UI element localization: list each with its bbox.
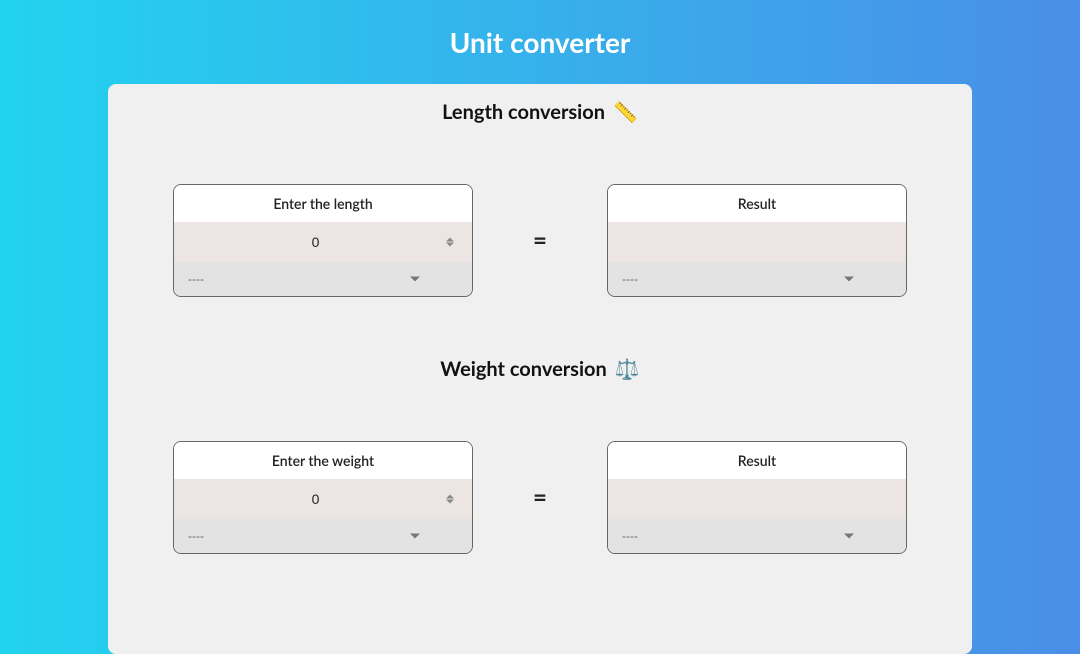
length-row: Enter the length ---- = Result xyxy=(172,184,908,297)
length-result-value-wrap xyxy=(608,222,906,262)
weight-input-panel: Enter the weight ---- xyxy=(173,441,473,554)
length-result-unit-select[interactable]: ---- xyxy=(622,262,892,296)
length-result-label: Result xyxy=(608,185,906,222)
length-result-panel: Result ---- xyxy=(607,184,907,297)
weight-result-value-wrap xyxy=(608,479,906,519)
weight-result-panel: Result ---- xyxy=(607,441,907,554)
weight-result-label: Result xyxy=(608,442,906,479)
weight-result-unit-wrap: ---- xyxy=(608,519,906,553)
converter-card: Length conversion 📏 Enter the length ---… xyxy=(108,84,972,654)
length-section-header: Length conversion 📏 xyxy=(172,100,908,124)
ruler-icon: 📏 xyxy=(613,100,638,124)
length-input-value-wrap xyxy=(174,222,472,262)
equals-sign: = xyxy=(533,483,547,512)
length-result-unit-wrap: ---- xyxy=(608,262,906,296)
weight-input-unit-select[interactable]: ---- xyxy=(188,519,458,553)
length-section: Length conversion 📏 Enter the length ---… xyxy=(172,100,908,297)
weight-input-unit-wrap: ---- xyxy=(174,519,472,553)
weight-section: Weight conversion ⚖️ Enter the weight --… xyxy=(172,357,908,554)
weight-input-label: Enter the weight xyxy=(174,442,472,479)
length-input-unit-select[interactable]: ---- xyxy=(188,262,458,296)
weight-input[interactable] xyxy=(174,479,472,519)
page-title: Unit converter xyxy=(0,0,1080,84)
equals-sign: = xyxy=(533,226,547,255)
length-input-unit-wrap: ---- xyxy=(174,262,472,296)
weight-header-text: Weight conversion xyxy=(440,357,607,381)
weight-input-value-wrap xyxy=(174,479,472,519)
weight-result-unit-select[interactable]: ---- xyxy=(622,519,892,553)
weight-section-header: Weight conversion ⚖️ xyxy=(172,357,908,381)
weight-row: Enter the weight ---- = Result xyxy=(172,441,908,554)
scale-icon: ⚖️ xyxy=(615,357,640,381)
length-input-panel: Enter the length ---- xyxy=(173,184,473,297)
length-input-label: Enter the length xyxy=(174,185,472,222)
length-input[interactable] xyxy=(174,222,472,262)
length-header-text: Length conversion xyxy=(442,100,605,124)
